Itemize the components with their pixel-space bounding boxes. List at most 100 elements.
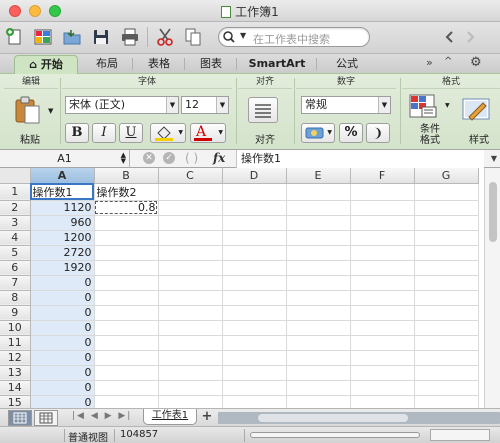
cell-e10[interactable] [286, 320, 351, 336]
cell-f5[interactable] [350, 245, 415, 261]
page-layout-view-button[interactable] [34, 410, 58, 426]
cell-d5[interactable] [222, 245, 287, 261]
cell-a1[interactable]: 操作数1 [30, 183, 95, 201]
tab-charts[interactable]: 图表 [188, 55, 234, 74]
cell-g12[interactable] [414, 350, 479, 366]
cell-b11[interactable] [94, 335, 159, 351]
column-header-a[interactable]: A [30, 168, 95, 184]
cell-c9[interactable] [158, 305, 223, 321]
cell-b5[interactable] [94, 245, 159, 261]
cell-c13[interactable] [158, 365, 223, 381]
cell-e5[interactable] [286, 245, 351, 261]
cell-c6[interactable] [158, 260, 223, 276]
tab-tables[interactable]: 表格 [136, 55, 182, 74]
cell-d1[interactable] [222, 183, 287, 201]
styles-button[interactable] [460, 95, 494, 128]
sheet-navigation-arrows-icon[interactable]: |◀ ◀ ▶ ▶| [72, 411, 132, 421]
tab-home[interactable]: ⌂ 开始 [14, 55, 78, 74]
horizontal-scrollbar[interactable] [218, 412, 500, 424]
cell-a4[interactable]: 1200 [30, 230, 95, 246]
print-button[interactable] [118, 26, 142, 48]
cell-b2[interactable]: 0.8 [94, 200, 159, 216]
alignment-button[interactable] [248, 97, 278, 123]
confirm-entry-icon[interactable]: ✓ [163, 152, 175, 164]
cell-b9[interactable] [94, 305, 159, 321]
open-button[interactable] [60, 26, 84, 48]
cell-d9[interactable] [222, 305, 287, 321]
zoom-slider[interactable] [250, 432, 420, 438]
cell-g10[interactable] [414, 320, 479, 336]
cell-e2[interactable] [286, 200, 351, 216]
cell-b1[interactable]: 操作数2 [94, 183, 159, 201]
conditional-format-button[interactable]: ▼ [409, 94, 450, 123]
template-gallery-button[interactable] [31, 26, 55, 48]
cell-e15[interactable] [286, 395, 351, 408]
cell-c8[interactable] [158, 290, 223, 306]
cell-g2[interactable] [414, 200, 479, 216]
cell-f3[interactable] [350, 215, 415, 231]
cell-f6[interactable] [350, 260, 415, 276]
vertical-scrollbar[interactable] [484, 168, 500, 408]
gear-icon[interactable]: ⚙ [470, 55, 482, 70]
cell-c4[interactable] [158, 230, 223, 246]
cell-g6[interactable] [414, 260, 479, 276]
cell-b6[interactable] [94, 260, 159, 276]
cell-e13[interactable] [286, 365, 351, 381]
cell-b14[interactable] [94, 380, 159, 396]
cell-a15[interactable]: 0 [30, 395, 95, 408]
cell-c14[interactable] [158, 380, 223, 396]
sheet-tab-active[interactable]: 工作表1 [143, 409, 197, 425]
row-header[interactable]: 14 [0, 380, 31, 396]
cell-e7[interactable] [286, 275, 351, 291]
column-header-d[interactable]: D [222, 168, 287, 184]
collapse-ribbon-icon[interactable]: ^ [444, 56, 452, 67]
fill-color-button[interactable]: ▼ [150, 123, 186, 143]
percent-button[interactable]: % [339, 123, 363, 143]
paste-options-chevron-icon[interactable]: ▼ [48, 107, 53, 115]
bold-button[interactable]: B [65, 123, 89, 143]
cell-f14[interactable] [350, 380, 415, 396]
more-tabs-chevron-icon[interactable]: » [426, 56, 433, 69]
search-options-chevron-icon[interactable]: ▼ [240, 31, 246, 40]
row-header[interactable]: 13 [0, 365, 31, 381]
cell-a3[interactable]: 960 [30, 215, 95, 231]
cell-e6[interactable] [286, 260, 351, 276]
cell-c5[interactable] [158, 245, 223, 261]
cell-g8[interactable] [414, 290, 479, 306]
save-button[interactable] [89, 26, 113, 48]
paste-button[interactable] [13, 95, 43, 128]
forward-button[interactable] [460, 28, 480, 46]
row-header[interactable]: 6 [0, 260, 31, 276]
row-header[interactable]: 11 [0, 335, 31, 351]
column-header-b[interactable]: B [94, 168, 159, 184]
cell-a2[interactable]: 1120 [30, 200, 95, 216]
cell-d3[interactable] [222, 215, 287, 231]
cell-a11[interactable]: 0 [30, 335, 95, 351]
cell-f15[interactable] [350, 395, 415, 408]
cell-f11[interactable] [350, 335, 415, 351]
cell-f12[interactable] [350, 350, 415, 366]
cancel-entry-icon[interactable]: ✕ [143, 152, 155, 164]
column-header-g[interactable]: G [414, 168, 479, 184]
cell-e1[interactable] [286, 183, 351, 201]
cell-b4[interactable] [94, 230, 159, 246]
cell-e8[interactable] [286, 290, 351, 306]
row-header[interactable]: 10 [0, 320, 31, 336]
cell-f7[interactable] [350, 275, 415, 291]
currency-format-button[interactable]: ▼ [301, 123, 335, 143]
cell-a9[interactable]: 0 [30, 305, 95, 321]
cell-d12[interactable] [222, 350, 287, 366]
name-box-stepper-icon[interactable]: ▲ ▼ [121, 152, 126, 165]
cell-d2[interactable] [222, 200, 287, 216]
cell-g9[interactable] [414, 305, 479, 321]
cell-d7[interactable] [222, 275, 287, 291]
cell-g13[interactable] [414, 365, 479, 381]
cell-e9[interactable] [286, 305, 351, 321]
expand-formula-chevron-icon[interactable]: ▼ [491, 154, 497, 163]
row-header[interactable]: 9 [0, 305, 31, 321]
cell-d11[interactable] [222, 335, 287, 351]
row-header[interactable]: 8 [0, 290, 31, 306]
row-header[interactable]: 3 [0, 215, 31, 231]
cell-a10[interactable]: 0 [30, 320, 95, 336]
column-header-f[interactable]: F [350, 168, 415, 184]
